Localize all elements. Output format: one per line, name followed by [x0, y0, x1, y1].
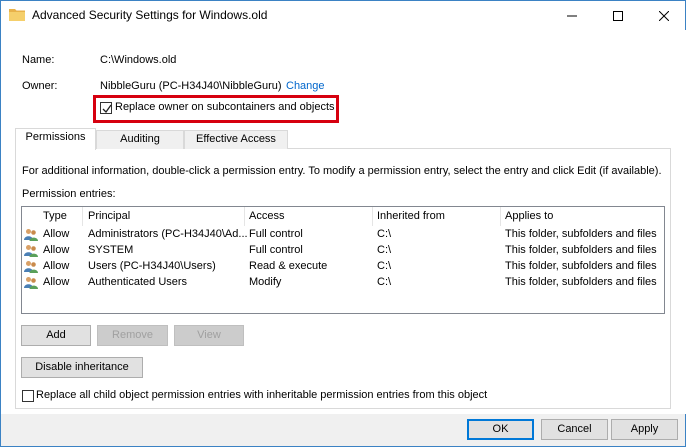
- column-inherited-from[interactable]: Inherited from: [377, 210, 445, 222]
- title-bar[interactable]: Advanced Security Settings for Windows.o…: [1, 1, 685, 30]
- name-value: C:\Windows.old: [100, 54, 177, 66]
- entry-type: Allow: [43, 244, 70, 256]
- users-icon: [24, 260, 38, 273]
- tab-permissions[interactable]: Permissions: [15, 128, 96, 150]
- change-owner-link[interactable]: Change: [286, 80, 325, 92]
- tab-auditing[interactable]: Auditing: [96, 130, 184, 149]
- view-button[interactable]: View: [174, 325, 244, 346]
- maximize-button[interactable]: [595, 1, 641, 30]
- table-row[interactable]: Allow Administrators (PC-H34J40\Ad... Fu…: [22, 227, 664, 243]
- apply-button[interactable]: Apply: [611, 419, 678, 440]
- entry-applies-to: This folder, subfolders and files: [505, 260, 657, 272]
- table-row[interactable]: Allow Users (PC-H34J40\Users) Read & exe…: [22, 259, 664, 275]
- cancel-button[interactable]: Cancel: [541, 419, 608, 440]
- entry-type: Allow: [43, 260, 70, 272]
- close-button[interactable]: [641, 1, 686, 30]
- permission-entries-list[interactable]: Type Principal Access Inherited from App…: [21, 206, 665, 314]
- owner-value: NibbleGuru (PC-H34J40\NibbleGuru): [100, 80, 282, 92]
- column-separator[interactable]: [372, 207, 373, 226]
- entry-access: Modify: [249, 276, 282, 288]
- entry-access: Full control: [249, 244, 303, 256]
- entry-access: Read & execute: [249, 260, 328, 272]
- info-text: For additional information, double-click…: [22, 165, 662, 177]
- table-row[interactable]: Allow SYSTEM Full control C:\ This folde…: [22, 243, 664, 259]
- entry-inherited-from: C:\: [377, 244, 392, 256]
- users-icon: [24, 244, 38, 257]
- entry-inherited-from: C:\: [377, 260, 392, 272]
- security-settings-window: Advanced Security Settings for Windows.o…: [0, 0, 686, 447]
- entry-type: Allow: [43, 228, 70, 240]
- minimize-button[interactable]: [549, 1, 595, 30]
- window-title: Advanced Security Settings for Windows.o…: [32, 8, 268, 22]
- table-row[interactable]: Allow Authenticated Users Modify C:\ Thi…: [22, 275, 664, 291]
- ok-button[interactable]: OK: [467, 419, 534, 440]
- entry-applies-to: This folder, subfolders and files: [505, 244, 657, 256]
- list-header: Type Principal Access Inherited from App…: [22, 207, 664, 226]
- users-icon: [24, 228, 38, 241]
- entry-access: Full control: [249, 228, 303, 240]
- owner-label: Owner:: [22, 80, 58, 92]
- entry-inherited-from: C:\: [377, 276, 392, 288]
- add-button[interactable]: Add: [21, 325, 91, 346]
- entry-inherited-from: C:\: [377, 228, 392, 240]
- entry-type: Allow: [43, 276, 70, 288]
- column-applies-to[interactable]: Applies to: [505, 210, 553, 222]
- column-separator[interactable]: [500, 207, 501, 226]
- column-principal[interactable]: Principal: [88, 210, 130, 222]
- dialog-footer: OK Cancel Apply: [1, 414, 685, 446]
- entry-applies-to: This folder, subfolders and files: [505, 276, 657, 288]
- column-separator[interactable]: [82, 207, 83, 226]
- column-type[interactable]: Type: [43, 210, 67, 222]
- remove-button[interactable]: Remove: [97, 325, 168, 346]
- entry-principal: Authenticated Users: [88, 276, 188, 288]
- entry-principal: Users (PC-H34J40\Users): [88, 260, 216, 272]
- replace-owner-checkbox[interactable]: [100, 102, 112, 114]
- replace-child-checkbox[interactable]: [22, 390, 34, 402]
- folder-icon: [9, 8, 25, 21]
- name-label: Name:: [22, 54, 55, 66]
- users-icon: [24, 276, 38, 289]
- permission-entries-label: Permission entries:: [22, 188, 116, 200]
- column-access[interactable]: Access: [249, 210, 284, 222]
- entry-principal: Administrators (PC-H34J40\Ad...: [88, 228, 248, 240]
- entry-principal: SYSTEM: [88, 244, 134, 256]
- tab-effective-access[interactable]: Effective Access: [184, 130, 288, 149]
- replace-owner-label[interactable]: Replace owner on subcontainers and objec…: [115, 101, 335, 113]
- disable-inheritance-button[interactable]: Disable inheritance: [21, 357, 143, 378]
- entry-applies-to: This folder, subfolders and files: [505, 228, 657, 240]
- replace-child-label[interactable]: Replace all child object permission entr…: [36, 389, 487, 401]
- column-separator[interactable]: [244, 207, 245, 226]
